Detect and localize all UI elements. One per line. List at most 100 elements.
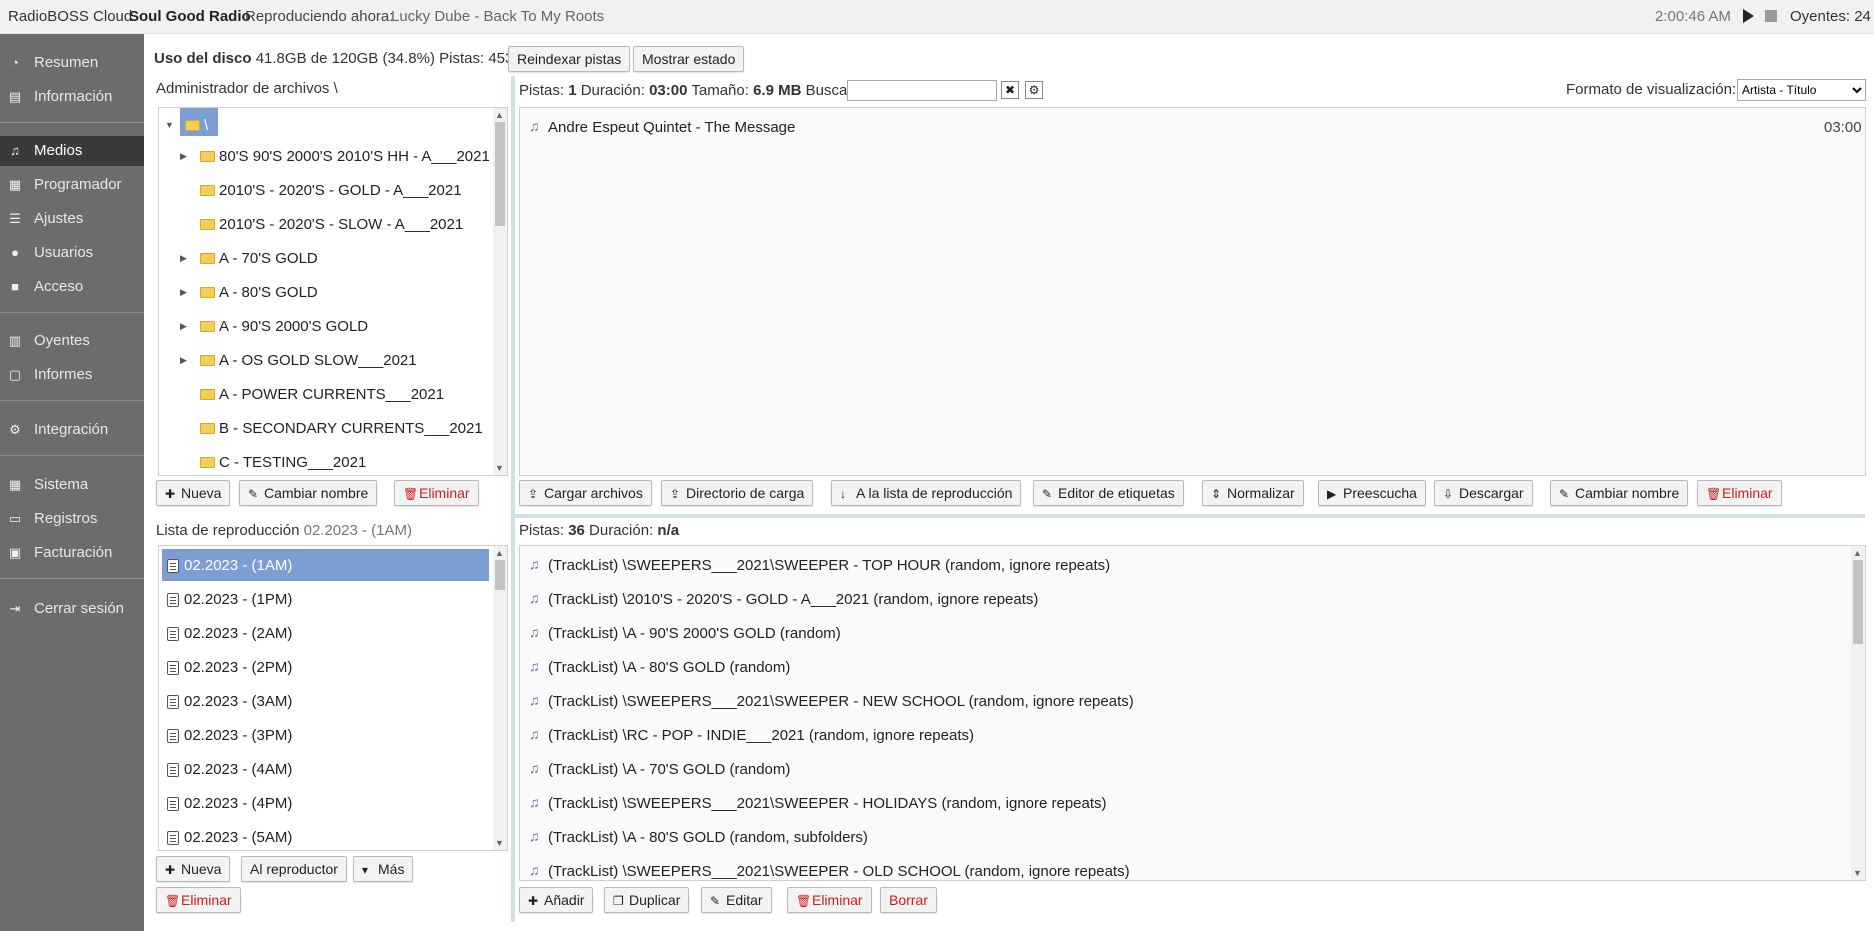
playlist-item[interactable]: 02.2023 - (3AM) bbox=[162, 685, 489, 717]
upload-files-button[interactable]: ⇪ Cargar archivos bbox=[519, 480, 652, 506]
nav-item-informacion[interactable]: ▤ Información bbox=[0, 82, 144, 112]
playlist-content-list[interactable]: ♫ (TrackList) \SWEEPERS___2021\SWEEPER - … bbox=[519, 545, 1866, 881]
content-scrollbar[interactable]: ▲ ▼ bbox=[1851, 546, 1865, 880]
scroll-down-icon[interactable]: ▼ bbox=[495, 463, 504, 473]
nav-item-sistema[interactable]: ▦ Sistema bbox=[0, 470, 144, 500]
add-button[interactable]: ✚ Añadir bbox=[519, 887, 594, 913]
clear-search-icon[interactable]: ✖ bbox=[1001, 81, 1019, 99]
format-label: Formato de visualización: bbox=[1566, 81, 1737, 98]
playlist-item[interactable]: 02.2023 - (5AM) bbox=[162, 821, 489, 850]
clear-button[interactable]: Borrar bbox=[880, 887, 937, 913]
tree-folder-row[interactable]: 2010'S - 2020'S - SLOW - A___2021 bbox=[159, 210, 489, 240]
chevron-right-icon[interactable]: ▶ bbox=[180, 355, 187, 366]
reindex-button[interactable]: Reindexar pistas bbox=[508, 46, 631, 72]
playlist-content-row[interactable]: ♫ (TrackList) \A - 70'S GOLD (random) bbox=[520, 753, 1848, 787]
scroll-up-icon[interactable]: ▲ bbox=[495, 548, 504, 558]
tree-folder-row[interactable]: ▶ 80'S 90'S 2000'S 2010'S HH - A___2021 bbox=[159, 142, 490, 172]
stop-icon[interactable] bbox=[1765, 10, 1777, 22]
nav-item-registros[interactable]: ▭ Registros bbox=[0, 504, 144, 534]
to-playlist-button[interactable]: ↓ A la lista de reproducción bbox=[831, 480, 1022, 506]
new-folder-button[interactable]: ✚ Nueva bbox=[156, 480, 231, 506]
format-select[interactable]: Artista - Título bbox=[1737, 79, 1866, 101]
tree-folder-row[interactable]: A - POWER CURRENTS___2021 bbox=[159, 380, 489, 410]
chevron-right-icon[interactable]: ▶ bbox=[180, 253, 187, 264]
scroll-up-icon[interactable]: ▲ bbox=[495, 110, 504, 120]
more-button[interactable]: ▾ Más bbox=[353, 856, 414, 882]
tree-folder-row[interactable]: ▶ A - 70'S GOLD bbox=[159, 244, 489, 274]
playlist-item[interactable]: 02.2023 - (4AM) bbox=[162, 753, 489, 785]
playlist-content-row[interactable]: ♫ (TrackList) \SWEEPERS___2021\SWEEPER - … bbox=[520, 685, 1848, 719]
nav-item-facturacion[interactable]: ▣ Facturación bbox=[0, 538, 144, 568]
chevron-right-icon[interactable]: ▶ bbox=[180, 287, 187, 298]
playlist-content-row[interactable]: ♫ (TrackList) \SWEEPERS___2021\SWEEPER - … bbox=[520, 787, 1848, 821]
scroll-down-icon[interactable]: ▼ bbox=[495, 838, 504, 848]
chevron-right-icon[interactable]: ▶ bbox=[180, 151, 187, 162]
rename-folder-button[interactable]: ✎ Cambiar nombre bbox=[239, 480, 378, 506]
to-player-button[interactable]: Al reproductor bbox=[241, 856, 347, 882]
nav-item-informes[interactable]: ▢ Informes bbox=[0, 360, 144, 390]
new-playlist-button[interactable]: ✚ Nueva bbox=[156, 856, 231, 882]
nav-item-usuarios[interactable]: ● Usuarios bbox=[0, 238, 144, 268]
playlist-content-row[interactable]: ♫ (TrackList) \A - 90'S 2000'S GOLD (rand… bbox=[520, 617, 1848, 651]
tree-folder-row[interactable]: C - TESTING___2021 bbox=[159, 448, 489, 475]
scroll-down-icon[interactable]: ▼ bbox=[1853, 868, 1862, 878]
playlist-item[interactable]: 02.2023 - (1AM) bbox=[162, 549, 489, 581]
track-list[interactable]: ♫ Andre Espeut Quintet - The Message 03:… bbox=[519, 107, 1866, 476]
tree-scrollbar[interactable]: ▲ ▼ bbox=[493, 108, 507, 475]
scroll-thumb[interactable] bbox=[1853, 560, 1863, 644]
delete-playlist-button[interactable]: 🗑Eliminar bbox=[156, 887, 241, 913]
tag-editor-button[interactable]: ✎ Editor de etiquetas bbox=[1033, 480, 1184, 506]
playlist-content-row[interactable]: ♫ (TrackList) \2010'S - 2020'S - GOLD - A… bbox=[520, 583, 1848, 617]
normalize-button[interactable]: ⇕ Normalizar bbox=[1202, 480, 1304, 506]
playlist-item[interactable]: 02.2023 - (1PM) bbox=[162, 583, 489, 615]
scroll-thumb[interactable] bbox=[495, 122, 505, 226]
tree-folder-row[interactable]: B - SECONDARY CURRENTS___2021 bbox=[159, 414, 489, 444]
playlist-content-row[interactable]: ♫ (TrackList) \A - 80'S GOLD (random, sub… bbox=[520, 821, 1848, 855]
duplicate-button[interactable]: ❐ Duplicar bbox=[604, 887, 690, 913]
playlist-content-row[interactable]: ♫ (TrackList) \SWEEPERS___2021\SWEEPER - … bbox=[520, 855, 1848, 880]
music-note-icon: ♫ bbox=[529, 726, 540, 742]
playlist-content-row[interactable]: ♫ (TrackList) \RC - POP - INDIE___2021 (r… bbox=[520, 719, 1848, 753]
nav-item-programador[interactable]: ▦ Programador bbox=[0, 170, 144, 200]
search-settings-icon[interactable]: ⚙ bbox=[1025, 81, 1043, 99]
panel-divider-vertical[interactable] bbox=[511, 76, 515, 922]
track-row[interactable]: ♫ Andre Espeut Quintet - The Message 03:… bbox=[520, 111, 1865, 145]
nav-item-acceso[interactable]: ■ Acceso bbox=[0, 272, 144, 302]
playlist-item[interactable]: 02.2023 - (2PM) bbox=[162, 651, 489, 683]
playlist-list[interactable]: 02.2023 - (1AM) 02.2023 - (1PM) 02.2023 - … bbox=[158, 545, 508, 851]
nav-item-integracion[interactable]: ⚙ Integración bbox=[0, 415, 144, 445]
scroll-thumb[interactable] bbox=[495, 560, 505, 590]
nav-item-resumen[interactable]: ◔ Resumen bbox=[0, 48, 144, 78]
scroll-up-icon[interactable]: ▲ bbox=[1853, 548, 1862, 558]
play-icon[interactable] bbox=[1743, 9, 1754, 23]
preview-button[interactable]: ▶ Preescucha bbox=[1318, 480, 1426, 506]
playlist-item[interactable]: 02.2023 - (3PM) bbox=[162, 719, 489, 751]
delete-item-button[interactable]: 🗑Eliminar bbox=[787, 887, 872, 913]
playlist-content-row[interactable]: ♫ (TrackList) \SWEEPERS___2021\SWEEPER - … bbox=[520, 549, 1848, 583]
tree-folder-row[interactable]: ▶ A - OS GOLD SLOW___2021 bbox=[159, 346, 489, 376]
nav-item-ajustes[interactable]: ☰ Ajustes bbox=[0, 204, 144, 234]
nav-item-cerrar-sesion[interactable]: ⇥ Cerrar sesión bbox=[0, 594, 144, 624]
show-status-button[interactable]: Mostrar estado bbox=[633, 46, 745, 72]
upload-directory-button[interactable]: ⇪ Directorio de carga bbox=[661, 480, 814, 506]
tree-root[interactable]: ▼ \ bbox=[159, 108, 489, 141]
chevron-down-icon[interactable]: ▼ bbox=[165, 120, 174, 130]
panel-divider-horizontal[interactable] bbox=[515, 514, 1865, 518]
chevron-right-icon[interactable]: ▶ bbox=[180, 321, 187, 332]
edit-button[interactable]: ✎ Editar bbox=[701, 887, 772, 913]
tree-folder-row[interactable]: 2010'S - 2020'S - GOLD - A___2021 bbox=[159, 176, 489, 206]
playlist-item[interactable]: 02.2023 - (4PM) bbox=[162, 787, 489, 819]
download-button[interactable]: ⇩ Descargar bbox=[1434, 480, 1533, 506]
delete-folder-button[interactable]: 🗑Eliminar bbox=[394, 480, 479, 506]
playlist-content-row[interactable]: ♫ (TrackList) \A - 80'S GOLD (random) bbox=[520, 651, 1848, 685]
folder-tree[interactable]: ▼ \ ▶ 80'S 90'S 2000'S 2010'S HH - A___20… bbox=[158, 107, 508, 476]
tree-folder-row[interactable]: ▶ A - 80'S GOLD bbox=[159, 278, 489, 308]
rename-track-button[interactable]: ✎ Cambiar nombre bbox=[1550, 480, 1689, 506]
delete-track-button[interactable]: 🗑Eliminar bbox=[1697, 480, 1782, 506]
tree-folder-row[interactable]: ▶ A - 90'S 2000'S GOLD bbox=[159, 312, 489, 342]
search-input[interactable] bbox=[847, 80, 997, 101]
nav-item-oyentes[interactable]: ▥ Oyentes bbox=[0, 326, 144, 356]
playlist-item[interactable]: 02.2023 - (2AM) bbox=[162, 617, 489, 649]
nav-item-medios[interactable]: ♫ Medios bbox=[0, 136, 144, 166]
playlist-scrollbar[interactable]: ▲ ▼ bbox=[493, 546, 507, 850]
